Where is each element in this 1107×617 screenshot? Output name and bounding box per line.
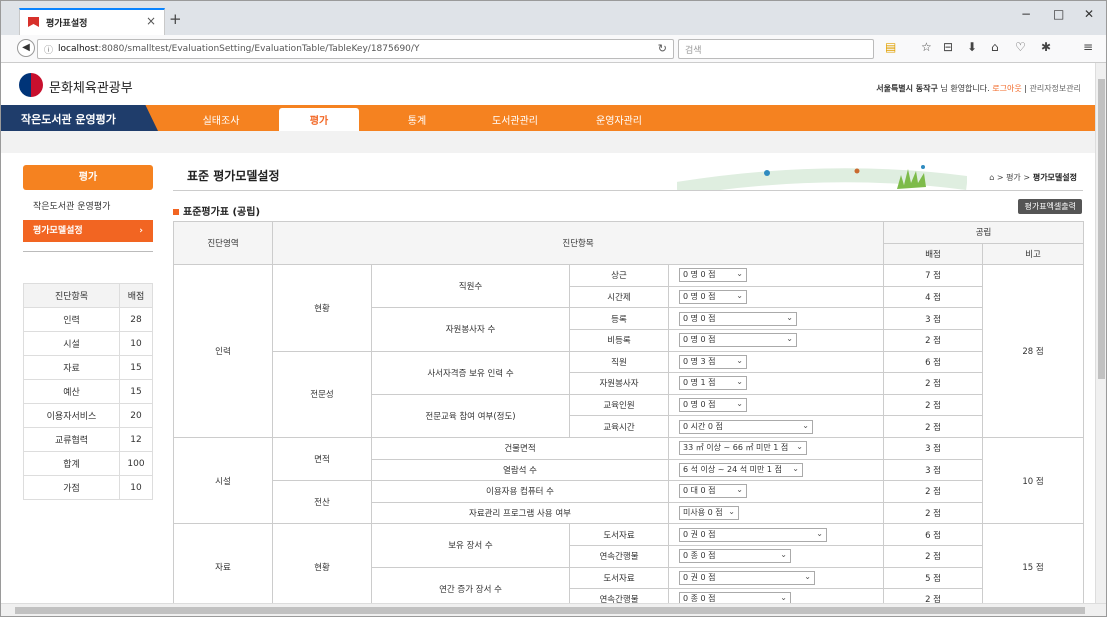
table-row: 자료 15 xyxy=(23,355,153,380)
menu-statistics[interactable]: 통계 xyxy=(377,112,457,127)
back-arrow-icon[interactable]: ◀ xyxy=(17,39,35,57)
logout-link[interactable]: 로그아웃 xyxy=(992,84,1021,93)
score-select[interactable]: 0 대 0 점 ⌄ xyxy=(679,484,747,499)
score-select[interactable]: 0 명 0 점 ⌄ xyxy=(679,290,747,305)
evaluation-table: 진단영역 진단항목 공립 배점 비고 인력 현황 직원수 상근 0 명 0 점 ⌄ … xyxy=(173,220,1085,603)
search-input[interactable]: 검색 xyxy=(678,39,874,59)
table-row: 시설 10 xyxy=(23,331,153,356)
close-tab-icon[interactable]: × xyxy=(146,14,156,28)
download-icon[interactable]: ⬇ xyxy=(967,40,977,54)
favicon-icon xyxy=(28,17,39,27)
table-row: 가점 10 xyxy=(23,475,153,500)
score-select[interactable]: 0 종 0 점 ⌄ xyxy=(679,592,791,603)
page-content: 문화체육관광부 서울특별시 동작구 님 환영합니다. 로그아웃 | 관리자정보관… xyxy=(1,63,1095,603)
table-row: 시설 면적 건물면적 33 ㎡ 이상 ~ 66 ㎡ 미만 1 점 ⌄ 3 점 10… xyxy=(173,436,1085,525)
section-title: 표준평가표 (공립) xyxy=(173,203,260,218)
score-select[interactable]: 0 시간 0 점 ⌄ xyxy=(679,419,813,434)
url-bar[interactable]: ⓘ localhost:8080/smalltest/EvaluationSet… xyxy=(37,39,674,59)
close-window-button[interactable]: ✕ xyxy=(1084,7,1094,21)
reload-icon[interactable]: ↻ xyxy=(658,42,667,55)
title-divider xyxy=(173,190,1083,191)
score-select[interactable]: 0 권 0 점 ⌄ xyxy=(679,570,815,585)
score-select[interactable]: 미사용 0 점 ⌄ xyxy=(679,506,739,521)
home-icon[interactable]: ⌂ xyxy=(989,173,994,182)
url-text: localhost:8080/smalltest/EvaluationSetti… xyxy=(58,44,420,54)
excel-export-button[interactable]: 평가표엑셀출력 xyxy=(1018,199,1082,214)
divider xyxy=(23,251,153,252)
nav-bar: ◀ ⓘ localhost:8080/smalltest/EvaluationS… xyxy=(1,35,1106,63)
breadcrumb: ⌂ > 평가 > 평가모델설정 xyxy=(989,173,1077,182)
admin-link[interactable]: 관리자정보관리 xyxy=(1029,84,1081,93)
table-row: 합계 100 xyxy=(23,451,153,476)
logo-text: 문화체육관광부 xyxy=(49,81,133,96)
score-select[interactable]: 0 명 3 점 ⌄ xyxy=(679,354,747,369)
main-menu: 작은도서관 운영평가 실태조사 평가 통계 도서관관리 운영자관리 xyxy=(1,105,1095,131)
extension-icon[interactable]: ✱ xyxy=(1041,40,1051,54)
score-summary-table: 진단항목 배점 인력 28 시설 10 자료 15 예산 15 이용자서비스 20 교류협력… xyxy=(23,283,153,500)
score-select[interactable]: 0 명 0 점 ⌄ xyxy=(679,311,797,326)
score-select[interactable]: 0 종 0 점 ⌄ xyxy=(679,549,791,564)
bullet-icon xyxy=(173,209,179,215)
page-title: 표준 평가모델설정 xyxy=(187,169,280,183)
table-row: 인력 현황 직원수 상근 0 명 0 점 ⌄ 7 점 28 점 xyxy=(173,264,1085,438)
score-select[interactable]: 6 석 이상 ~ 24 석 미만 1 점 ⌄ xyxy=(679,462,803,477)
vertical-scrollbar[interactable] xyxy=(1095,63,1106,603)
sub-strip xyxy=(1,131,1095,153)
table-row: 전산 이용자용 컴퓨터 수 0 대 0 점 ⌄ 2 점 xyxy=(174,480,1084,525)
ministry-logo-icon xyxy=(19,73,43,97)
browser-window: 평가표설정 × + − □ ✕ ◀ ⓘ localhost:8080/small… xyxy=(0,0,1107,617)
sidebar-heading: 평가 xyxy=(23,165,153,190)
info-icon[interactable]: ⓘ xyxy=(44,43,53,56)
menu-library-mgmt[interactable]: 도서관관리 xyxy=(475,112,555,127)
sidebar-item-model-setting[interactable]: 평가모델설정 › xyxy=(23,220,153,242)
score-select[interactable]: 0 명 0 점 ⌄ xyxy=(679,398,747,413)
maximize-button[interactable]: □ xyxy=(1053,7,1064,21)
menu-evaluation[interactable]: 평가 xyxy=(279,108,359,131)
scroll-thumb[interactable] xyxy=(1098,79,1105,379)
chevron-right-icon: › xyxy=(139,226,143,236)
sidebar-item-library-eval[interactable]: 작은도서관 운영평가 xyxy=(23,196,153,218)
table-row: 전문성 사서자격증 보유 인력 수 직원 0 명 3 점 ⌄ 6 점 xyxy=(174,350,1084,438)
score-select[interactable]: 0 권 0 점 ⌄ xyxy=(679,527,827,542)
library-icon[interactable]: ⊟ xyxy=(943,40,953,54)
menu-operator-mgmt[interactable]: 운영자관리 xyxy=(579,112,659,127)
horizontal-scrollbar[interactable] xyxy=(1,603,1106,616)
score-select[interactable]: 0 명 0 점 ⌄ xyxy=(679,333,797,348)
home-icon[interactable]: ⌂ xyxy=(991,40,999,54)
table-row: 인력 28 xyxy=(23,307,153,332)
browser-tab[interactable]: 평가표설정 × xyxy=(19,8,165,35)
menu-survey[interactable]: 실태조사 xyxy=(181,112,261,127)
pocket-icon[interactable]: ♡ xyxy=(1015,40,1026,54)
tab-bar: 평가표설정 × + − □ ✕ xyxy=(1,1,1106,35)
score-select[interactable]: 0 명 1 점 ⌄ xyxy=(679,376,747,391)
score-select[interactable]: 0 명 0 점 ⌄ xyxy=(679,268,747,283)
site-name[interactable]: 작은도서관 운영평가 xyxy=(21,111,116,127)
table-row: 자료 현황 보유 장서 수 도서자료 0 권 0 점 ⌄ 6 점 15 점 xyxy=(173,523,1085,603)
new-tab-button[interactable]: + xyxy=(169,10,182,28)
menu-icon[interactable]: ≡ xyxy=(1083,40,1093,54)
header-decoration xyxy=(677,165,967,191)
table-row: 이용자서비스 20 xyxy=(23,403,153,428)
table-row: 예산 15 xyxy=(23,379,153,404)
table-row: 교류협력 12 xyxy=(23,427,153,452)
tab-title: 평가표설정 xyxy=(46,19,88,29)
scroll-thumb[interactable] xyxy=(15,607,1085,614)
reading-list-icon[interactable]: ▤ xyxy=(885,40,896,54)
minimize-button[interactable]: − xyxy=(1021,7,1031,21)
welcome-bar: 서울특별시 동작구 님 환영합니다. 로그아웃 | 관리자정보관리 xyxy=(876,84,1081,93)
bookmark-star-icon[interactable]: ☆ xyxy=(921,40,932,54)
score-select[interactable]: 33 ㎡ 이상 ~ 66 ㎡ 미만 1 점 ⌄ xyxy=(679,441,807,456)
